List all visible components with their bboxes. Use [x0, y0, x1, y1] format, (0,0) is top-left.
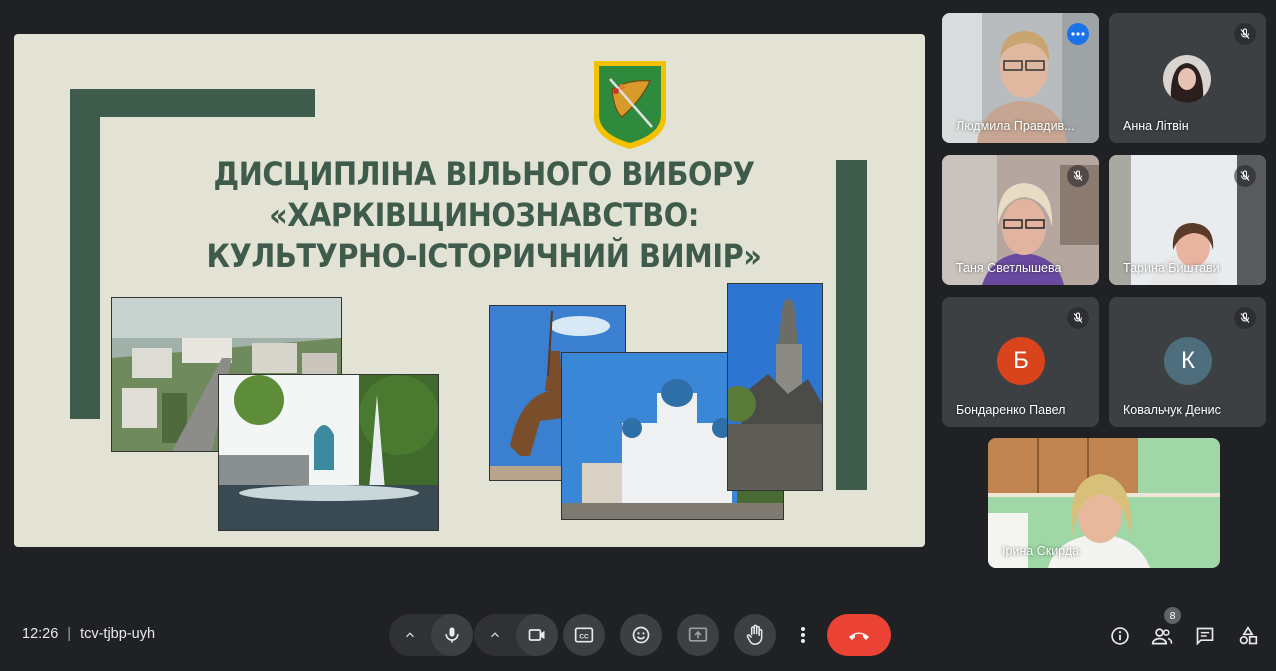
- mic-control: [389, 614, 473, 656]
- video-settings-button[interactable]: [474, 614, 516, 656]
- svg-text:CC: CC: [579, 633, 589, 640]
- more-options-icon: [801, 627, 805, 643]
- activities-button[interactable]: [1236, 624, 1260, 648]
- mic-icon: [445, 627, 459, 643]
- slide-frame-right: [836, 160, 867, 490]
- meeting-code: tcv-tjbp-uyh: [80, 626, 156, 642]
- presentation-slide: ДИСЦИПЛІНА ВІЛЬНОГО ВИБОРУ «ХАРКІВЩИНОЗН…: [14, 34, 925, 547]
- mic-off-indicator: [1234, 23, 1256, 45]
- meeting-time: 12:26: [22, 626, 59, 642]
- avatar-letter: Б: [1013, 347, 1029, 374]
- mic-off-icon: [1240, 312, 1250, 323]
- emoji-reaction-button[interactable]: [620, 614, 662, 656]
- mic-toggle-button[interactable]: [431, 614, 473, 656]
- mic-off-icon: [1240, 28, 1250, 39]
- people-button[interactable]: [1150, 624, 1174, 648]
- people-icon: [1151, 628, 1173, 645]
- camera-control: [474, 614, 558, 656]
- avatar-letter: К: [1181, 347, 1195, 374]
- end-call-icon: [849, 632, 869, 640]
- camera-icon: [528, 629, 545, 641]
- slide-title: ДИСЦИПЛІНА ВІЛЬНОГО ВИБОРУ «ХАРКІВЩИНОЗН…: [178, 154, 790, 277]
- raise-hand-button[interactable]: [734, 614, 776, 656]
- chevron-up-icon: [491, 632, 499, 638]
- leave-call-button[interactable]: [827, 614, 891, 656]
- activities-icon: [1239, 626, 1258, 645]
- slide-title-line-1: ДИСЦИПЛІНА ВІЛЬНОГО ВИБОРУ: [213, 155, 755, 193]
- participant-tile-5[interactable]: Б Бондаренко Павел: [942, 297, 1099, 427]
- participant-name: Анна Літвін: [1123, 119, 1189, 133]
- captions-button[interactable]: CC: [563, 614, 605, 656]
- participant-name: Таня Светлышева: [956, 261, 1062, 275]
- avatar: К: [1164, 337, 1212, 385]
- emoji-icon: [632, 626, 650, 644]
- chat-button[interactable]: [1193, 624, 1217, 648]
- kharkiv-coat-of-arms-icon: [594, 61, 666, 149]
- slide-photo-shevchenko-monument: [727, 283, 823, 491]
- more-options-button[interactable]: [793, 614, 813, 656]
- chat-icon: [1196, 627, 1214, 646]
- participant-tile-1[interactable]: Людмила Правдив...: [942, 13, 1099, 143]
- participant-more-options-button[interactable]: [1067, 23, 1089, 45]
- meeting-info-separator: |: [67, 626, 72, 642]
- participant-tile-4[interactable]: Тарина Биштави: [1109, 155, 1266, 285]
- mic-off-icon: [1073, 170, 1083, 181]
- participant-name: Бондаренко Павел: [956, 403, 1066, 417]
- people-count-badge: 8: [1164, 607, 1181, 624]
- present-screen-icon: [688, 627, 708, 642]
- slide-title-line-3: КУЛЬТУРНО-ІСТОРИЧНИЙ ВИМІР»: [206, 237, 762, 275]
- meeting-info: 12:26 | tcv-tjbp-uyh: [22, 626, 155, 642]
- raise-hand-icon: [746, 624, 763, 645]
- slide-photo-fountain: [218, 374, 439, 531]
- mic-off-indicator: [1234, 165, 1256, 187]
- participant-name: Ірина Скирда: [1002, 544, 1080, 558]
- participant-tile-6[interactable]: К Ковальчук Денис: [1109, 297, 1266, 427]
- present-screen-button[interactable]: [677, 614, 719, 656]
- slide-frame-left: [70, 89, 100, 419]
- mic-off-icon: [1240, 170, 1250, 181]
- captions-icon: CC: [574, 627, 594, 643]
- mic-off-indicator: [1067, 165, 1089, 187]
- meeting-details-button[interactable]: [1108, 624, 1132, 648]
- participant-name: Тарина Биштави: [1123, 261, 1220, 275]
- participant-tile-3[interactable]: Таня Светлышева: [942, 155, 1099, 285]
- slide-frame-top: [70, 89, 315, 117]
- audio-settings-button[interactable]: [389, 614, 431, 656]
- mic-off-indicator: [1234, 307, 1256, 329]
- participant-name: Людмила Правдив...: [956, 119, 1075, 133]
- info-icon: [1111, 627, 1129, 645]
- avatar: [1163, 55, 1211, 103]
- mic-off-indicator: [1067, 307, 1089, 329]
- camera-toggle-button[interactable]: [516, 614, 558, 656]
- slide-title-line-2: «ХАРКІВЩИНОЗНАВСТВО:: [269, 196, 699, 234]
- participant-tile-self[interactable]: Ірина Скирда: [988, 438, 1220, 568]
- chevron-up-icon: [406, 632, 414, 638]
- participant-tile-2[interactable]: Анна Літвін: [1109, 13, 1266, 143]
- mic-off-icon: [1073, 312, 1083, 323]
- more-horizontal-icon: [1071, 32, 1085, 36]
- avatar: Б: [997, 337, 1045, 385]
- participant-name: Ковальчук Денис: [1123, 403, 1221, 417]
